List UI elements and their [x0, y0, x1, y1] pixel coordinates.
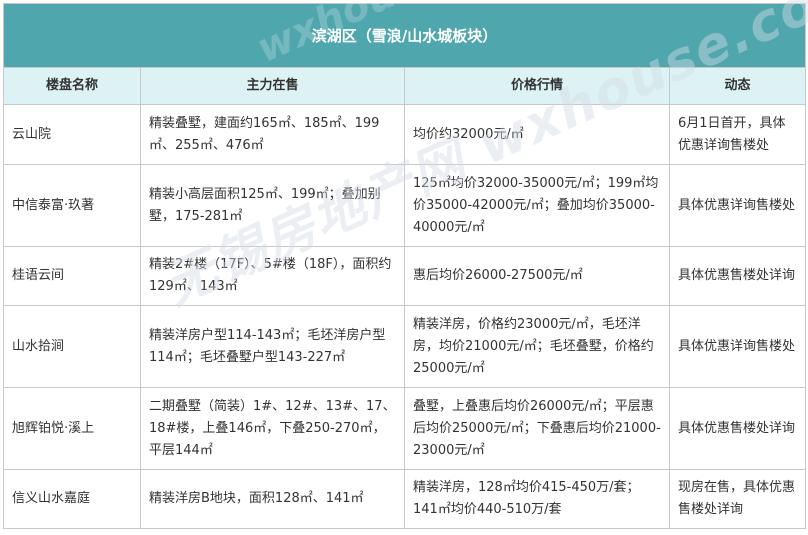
table-row: 山水拾涧 精装洋房户型114-143㎡；毛坯洋房户型114㎡；毛坯叠墅户型143…	[3, 305, 807, 388]
product-cell: 精装洋房户型114-143㎡；毛坯洋房户型114㎡；毛坯叠墅户型143-227㎡	[140, 305, 405, 388]
column-header-name: 楼盘名称	[3, 67, 141, 105]
table-row: 云山院 精装叠墅，建面约165㎡、185㎡、199㎡、255㎡、476㎡ 均价约…	[3, 104, 807, 165]
table-title-row: 滨湖区（雪浪/山水城板块）	[2, 3, 807, 68]
status-cell: 6月1日首开，具体优惠详询售楼处	[668, 104, 807, 165]
project-name-cell: 信义山水嘉庭	[3, 469, 141, 529]
product-cell: 精装洋房B地块，面积128㎡、141㎡	[140, 469, 405, 529]
housing-price-table: 滨湖区（雪浪/山水城板块） 楼盘名称 主力在售 价格行情 动态 云山院 精装叠墅…	[2, 3, 807, 529]
column-header-status: 动态	[668, 67, 807, 105]
table-row: 桂语云间 精装2#楼（17F）、5#楼（18F），面积约129㎡、143㎡ 惠后…	[3, 246, 807, 306]
product-cell: 精装叠墅，建面约165㎡、185㎡、199㎡、255㎡、476㎡	[140, 104, 405, 165]
table-row: 信义山水嘉庭 精装洋房B地块，面积128㎡、141㎡ 精装洋房，128㎡均价41…	[3, 469, 807, 529]
price-cell: 精装洋房，128㎡均价415-450万/套；141㎡均价440-510万/套	[404, 469, 670, 529]
status-cell: 具体优惠详询售楼处	[668, 305, 807, 388]
status-cell: 现房在售，具体优惠售楼处详询	[668, 469, 807, 529]
table-row: 旭辉铂悦·溪上 二期叠墅（简装）1#、12#、13#、17、18#楼，上叠146…	[3, 387, 807, 470]
product-cell: 精装2#楼（17F）、5#楼（18F），面积约129㎡、143㎡	[140, 246, 405, 306]
price-cell: 125㎡均价32000-35000元/㎡；199㎡均价35000-42000元/…	[404, 164, 670, 247]
table-row: 中信泰富·玖著 精装小高层面积125㎡、199㎡；叠加别墅，175-281㎡ 1…	[3, 164, 807, 247]
product-cell: 二期叠墅（简装）1#、12#、13#、17、18#楼，上叠146㎡，下叠250-…	[140, 387, 405, 470]
housing-table-container: 滨湖区（雪浪/山水城板块） 楼盘名称 主力在售 价格行情 动态 云山院 精装叠墅…	[2, 3, 807, 529]
project-name-cell: 旭辉铂悦·溪上	[3, 387, 141, 470]
status-cell: 具体优惠售楼处详询	[668, 387, 807, 470]
price-cell: 叠墅，上叠惠后均价26000元/㎡；平层惠后均价25000元/㎡；下叠惠后均价2…	[404, 387, 670, 470]
column-header-product: 主力在售	[140, 67, 405, 105]
price-cell: 均价约32000元/㎡	[404, 104, 670, 165]
status-cell: 具体优惠售楼处详询	[668, 246, 807, 306]
project-name-cell: 云山院	[3, 104, 141, 165]
status-cell: 具体优惠详询售楼处	[668, 164, 807, 247]
project-name-cell: 中信泰富·玖著	[3, 164, 141, 247]
price-cell: 惠后均价26000-27500元/㎡	[404, 246, 670, 306]
column-header-price: 价格行情	[404, 67, 670, 105]
table-header-row: 楼盘名称 主力在售 价格行情 动态	[3, 67, 807, 105]
project-name-cell: 桂语云间	[3, 246, 141, 306]
product-cell: 精装小高层面积125㎡、199㎡；叠加别墅，175-281㎡	[140, 164, 405, 247]
project-name-cell: 山水拾涧	[3, 305, 141, 388]
table-title: 滨湖区（雪浪/山水城板块）	[2, 3, 807, 68]
price-cell: 精装洋房，价格约23000元/㎡，毛坯洋房，均价21000元/㎡；毛坯叠墅，价格…	[404, 305, 670, 388]
